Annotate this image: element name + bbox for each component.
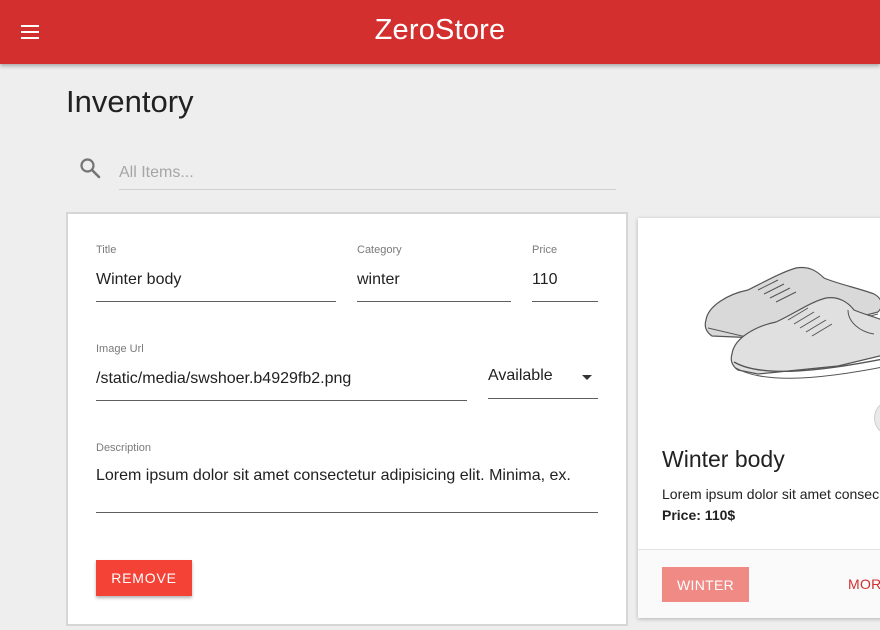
category-input[interactable]: winter bbox=[357, 268, 511, 302]
price-input[interactable]: 110 bbox=[532, 268, 598, 302]
description-field[interactable]: Description Lorem ipsum dolor sit amet c… bbox=[96, 442, 598, 513]
product-price: Price: 110$ bbox=[662, 507, 736, 523]
price-field[interactable]: Price 110 bbox=[532, 244, 598, 302]
product-card: Winter body Lorem ipsum dolor sit amet c… bbox=[638, 218, 880, 618]
description-label: Description bbox=[96, 442, 152, 454]
edit-item-form: Title Winter body Category winter Price … bbox=[66, 212, 628, 626]
description-input[interactable]: Lorem ipsum dolor sit amet consectetur a… bbox=[96, 464, 598, 513]
app-title: ZeroStore bbox=[374, 14, 506, 46]
category-label: Category bbox=[357, 244, 402, 256]
dropdown-arrow-icon bbox=[582, 375, 592, 380]
image-url-field[interactable]: Image Url /static/media/swshoer.b4929fb2… bbox=[96, 343, 467, 401]
remove-button[interactable]: REMOVE bbox=[96, 560, 192, 596]
availability-select[interactable]: Available bbox=[488, 358, 598, 399]
app-bar: ZeroStore bbox=[0, 0, 880, 64]
image-url-input[interactable]: /static/media/swshoer.b4929fb2.png bbox=[96, 367, 467, 401]
product-title: Winter body bbox=[662, 446, 785, 472]
title-input[interactable]: Winter body bbox=[96, 268, 336, 302]
image-url-label: Image Url bbox=[96, 343, 144, 355]
more-button[interactable]: MOR bbox=[848, 576, 880, 592]
category-field[interactable]: Category winter bbox=[357, 244, 511, 302]
title-field[interactable]: Title Winter body bbox=[96, 244, 336, 302]
price-label: Price bbox=[532, 244, 558, 256]
page-title: Inventory bbox=[66, 84, 194, 119]
search-icon bbox=[80, 158, 101, 179]
card-actions: WINTER MOR bbox=[638, 550, 880, 618]
category-tag-button[interactable]: WINTER bbox=[662, 567, 749, 602]
search-input[interactable] bbox=[119, 150, 616, 190]
sneakers-image bbox=[704, 266, 880, 379]
availability-value: Available bbox=[488, 367, 553, 384]
title-label: Title bbox=[96, 244, 117, 256]
favorite-button[interactable] bbox=[874, 400, 880, 436]
product-description: Lorem ipsum dolor sit amet consec bbox=[662, 486, 880, 502]
